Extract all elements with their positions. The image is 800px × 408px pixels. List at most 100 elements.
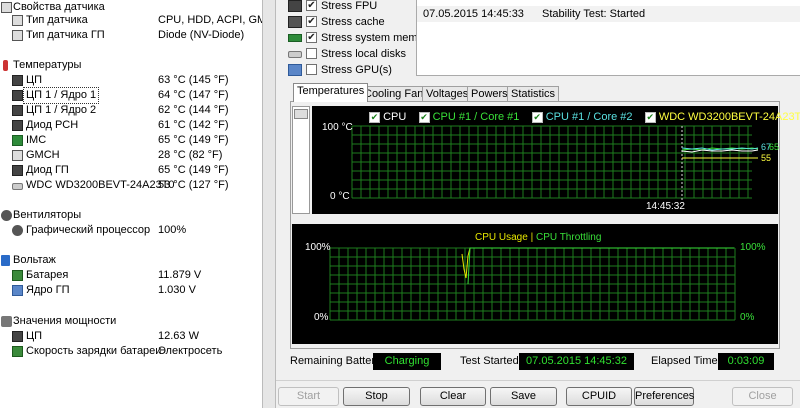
sensor-value: 61 °C (142 °F) [158,119,229,131]
save-button[interactable]: Save [490,387,557,406]
sensor-row[interactable]: Ядро ГП 1.030 V [0,283,262,298]
sensor-value: 65 °C (149 °F) [158,134,229,146]
section-fans[interactable]: Вентиляторы [0,208,262,223]
usage-y-max-left: 100% [305,242,331,253]
sensor-value: 100% [158,224,187,236]
power-icon [1,316,12,327]
sensor-label: Ядро ГП [26,284,70,296]
usage-y-max-right: 100% [740,242,766,253]
properties-icon [1,2,12,13]
thermometer-icon [3,60,8,71]
sensor-value: 28 °C (82 °F) [158,149,223,161]
stress-gpu-label: Stress GPU(s) [321,64,392,76]
cpu-usage-line [461,247,734,279]
start-button[interactable]: Start [278,387,339,406]
sensor-row[interactable]: WDC WD3200BEVT-24A23T0 53 °C (127 °F) [0,178,262,193]
section-power[interactable]: Значения мощности [0,314,262,329]
sensor-row[interactable]: Диод ГП 65 °C (149 °F) [0,163,262,178]
fan-icon [12,225,23,236]
legend-core2-checkbox[interactable]: ✔ [531,111,543,123]
sensor-row[interactable]: Тип датчика ГП Diode (NV-Diode) [0,28,262,43]
sensor-row[interactable]: Диод PCH 61 °C (142 °F) [0,118,262,133]
sensor-label: GMCH [26,149,60,161]
stress-disks-label: Stress local disks [321,48,406,60]
sensor-label: Диод ГП [26,164,69,176]
sensor-value: 12.63 W [158,330,199,342]
section-voltages[interactable]: Вольтаж [0,253,262,268]
usage-y-min-right: 0% [740,312,755,323]
sensor-value: Электросеть [158,345,223,357]
sensor-row[interactable]: ЦП 1 / Ядро 2 62 °C (144 °F) [0,103,262,118]
cpu-series-line [681,149,759,153]
sensor-list[interactable]: Свойства датчика Тип датчика CPU, HDD, A… [0,0,262,408]
sensor-value: 62 °C (144 °F) [158,104,229,116]
sensor-row[interactable]: ЦП 12.63 W [0,329,262,344]
sensor-label: Диод PCH [26,119,79,131]
gpu-icon [288,64,302,76]
sensor-row[interactable]: IMC 65 °C (149 °F) [0,133,262,148]
stability-test-panel: ✔ Stress FPU ✔ Stress cache ✔ Stress sys… [276,0,800,408]
tab-temperatures[interactable]: Temperatures [293,83,369,102]
stress-gpu-checkbox[interactable] [306,64,317,75]
sensor-value: 63 °C (145 °F) [158,74,229,86]
sensor-value: 53 °C (127 °F) [158,179,229,191]
sensor-row-selected[interactable]: ЦП 1 / Ядро 1 64 °C (147 °F) [0,87,262,104]
section-temperatures[interactable]: Температуры [0,58,262,73]
event-log[interactable]: 07.05.2015 14:45:33 Stability Test: Star… [416,0,800,76]
sensor-label: Скорость зарядки батареи [26,345,162,357]
sensor-label: Графический процессор [26,224,151,236]
stress-fpu-label: Stress FPU [321,0,378,12]
sensor-label: Батарея [26,269,69,281]
sensor-scroll-list[interactable] [292,106,310,214]
preferences-button[interactable]: Preferences [634,387,694,406]
legend-core1-checkbox[interactable]: ✔ [418,111,430,123]
sensor-type-icon [12,15,23,26]
sensor-label: Тип датчика ГП [26,29,105,41]
value-label-core1: 65 [769,142,780,152]
sensor-row[interactable]: ЦП 63 °C (145 °F) [0,73,262,88]
legend-core1-label: CPU #1 / Core #1 [432,111,520,123]
cpu-icon [12,331,23,342]
log-date: 07.05.2015 14:45:33 [423,8,524,20]
tab-powers[interactable]: Powers [467,86,512,102]
sensor-row[interactable]: Тип датчика CPU, HDD, ACPI, GMCH [0,13,262,28]
sensor-row[interactable]: Скорость зарядки батареи Электросеть [0,344,262,359]
cpu-icon [12,75,23,86]
sensor-label: Тип датчика [26,14,88,26]
legend-cpu-label: CPU [383,111,407,123]
section-title: Вольтаж [13,254,56,266]
usage-title: CPU Usage [475,232,528,243]
sensor-type-icon [12,30,23,41]
clear-button[interactable]: Clear [420,387,486,406]
close-button[interactable]: Close [732,387,793,406]
stress-disks-checkbox[interactable] [306,48,317,59]
sensor-row[interactable]: Графический процессор 100% [0,223,262,238]
cpu-core-icon [12,105,23,116]
battery-icon [12,270,23,281]
memory-controller-icon [12,135,23,146]
button-bar-separator [276,380,800,381]
tab-statistics[interactable]: Statistics [507,86,560,102]
cache-icon [288,16,302,28]
battery-charge-icon [12,346,23,357]
sensor-value: CPU, HDD, ACPI, GMCH [158,14,262,26]
temperature-grid [351,125,752,199]
sensor-value: 11.879 V [158,269,202,281]
legend-cpu-checkbox[interactable]: ✔ [369,111,380,123]
stress-fpu-checkbox[interactable]: ✔ [306,0,317,11]
tab-voltages[interactable]: Voltages [422,86,473,102]
sensor-row[interactable]: GMCH 28 °C (82 °F) [0,148,262,163]
sensor-label: ЦП [26,330,43,342]
fpu-icon [288,0,302,12]
gmch-icon [12,150,23,161]
test-started-label: Test Started: [460,355,522,367]
sensor-row[interactable]: Батарея 11.879 V [0,268,262,283]
section-title: Значения мощности [13,315,117,327]
panel-divider[interactable] [262,0,276,408]
stop-button[interactable]: Stop [343,387,410,406]
stress-memory-checkbox[interactable]: ✔ [306,32,317,43]
legend-disk-checkbox[interactable]: ✔ [644,111,656,123]
scroll-thumb[interactable] [294,109,308,119]
cpuid-button[interactable]: CPUID [566,387,632,406]
stress-cache-checkbox[interactable]: ✔ [306,16,317,27]
